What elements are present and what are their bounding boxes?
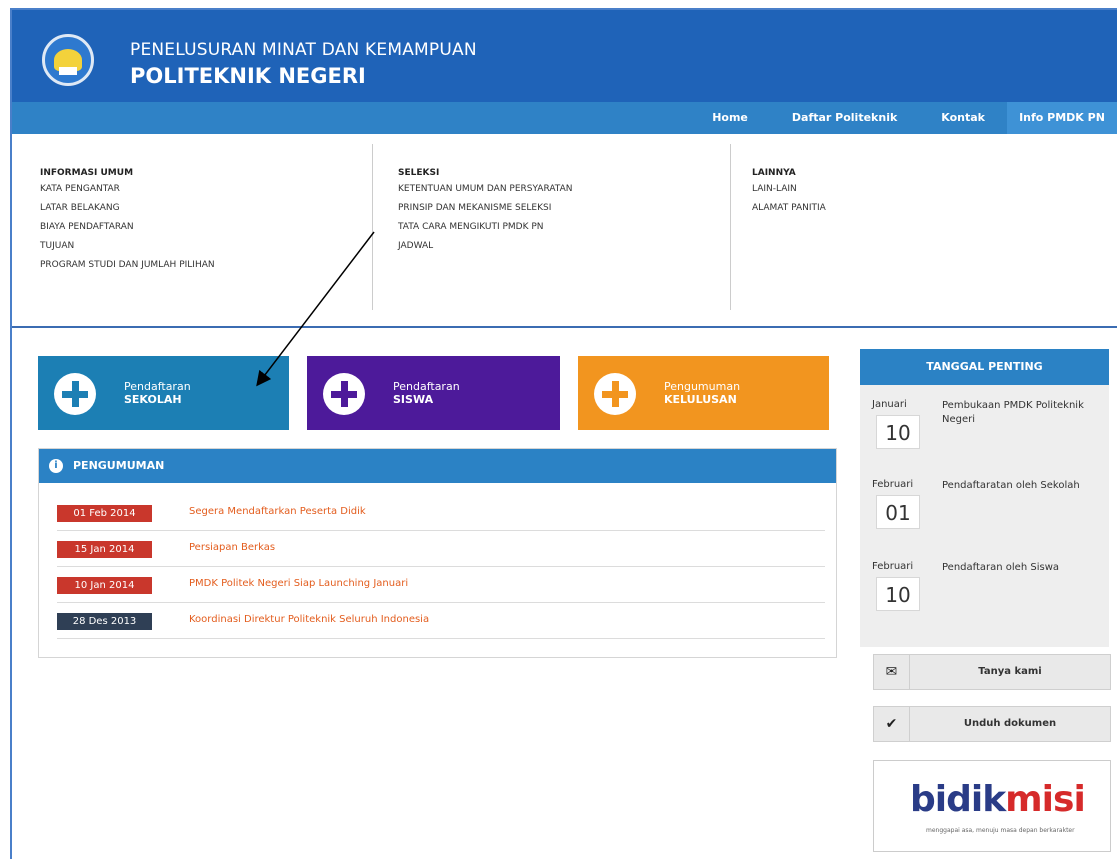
unduh-dokumen-label: Unduh dokumen [963,718,1057,729]
info-icon: i [49,459,63,473]
menu-divider [372,144,373,310]
pendaftaran-sekolah-button[interactable]: Pendaftaran SEKOLAH [38,356,289,430]
pengumuman-kelulusan-button[interactable]: Pengumuman KELULUSAN [578,356,829,430]
menu-column-lainnya: LAINNYA LAIN-LAIN ALAMAT PANITIA [752,168,826,218]
menu-heading: INFORMASI UMUM [40,168,134,178]
bidikmisi-tagline: menggapai asa, menuju masa depan berkara… [926,827,1075,834]
menu-link[interactable]: BIAYA PENDAFTARAN [40,218,215,237]
pendaftaran-siswa-button[interactable]: Pendaftaran SISWA [307,356,560,430]
menu-heading: LAINNYA [752,168,796,178]
logo-misi-text: misi [1005,779,1086,820]
nav-kontak[interactable]: Kontak [919,102,1007,134]
date-badge: 28 Des 2013 [57,613,152,630]
date-event: Januari 10 Pembukaan PMDK Politeknik Neg… [872,391,1102,471]
action-sublabel: KELULUSAN [664,393,737,406]
event-description: Pendaftaran oleh Siswa [942,562,1059,573]
event-description: Pembukaan PMDK Politeknik Negeri [942,400,1084,425]
menu-link[interactable]: KATA PENGANTAR [40,180,215,199]
logo-base-icon [59,67,77,75]
bidikmisi-logo: bidikmisi [910,779,1086,820]
menu-link[interactable]: JADWAL [398,237,573,256]
event-month: Januari [872,399,907,410]
menu-link[interactable]: ALAMAT PANITIA [752,199,826,218]
menu-link[interactable]: LATAR BELAKANG [40,199,215,218]
nav-info-pmdk-pn[interactable]: Info PMDK PN [1007,102,1117,134]
check-icon: ✔ [874,707,910,741]
announcement-title: PENGUMUMAN [73,459,165,472]
page-frame: PENELUSURAN MINAT DAN KEMAMPUAN POLITEKN… [10,8,1117,859]
logo-bidik-text: bidik [910,779,1006,820]
event-day: 10 [876,577,920,611]
menu-link[interactable]: TUJUAN [40,237,215,256]
event-day: 01 [876,495,920,529]
announcement-row: 28 Des 2013 Koordinasi Direktur Politekn… [57,603,825,639]
tanya-kami-label: Tanya kami [978,666,1042,677]
menu-divider [730,144,731,310]
action-label: Pendaftaran [124,380,191,393]
important-dates-header: TANGGAL PENTING [860,349,1109,385]
announcement-row: 10 Jan 2014 PMDK Politek Negeri Siap Lau… [57,567,825,603]
event-description: Pendaftaratan oleh Sekolah [942,480,1080,491]
nav-home[interactable]: Home [690,102,770,134]
announcement-header: i PENGUMUMAN [39,449,836,483]
menu-link[interactable]: PROGRAM STUDI DAN JUMLAH PILIHAN [40,256,215,275]
site-title-line2: POLITEKNIK NEGERI [130,64,366,88]
announcement-link[interactable]: Persiapan Berkas [189,542,275,553]
nav-daftar-politeknik[interactable]: Daftar Politeknik [770,102,919,134]
date-badge: 15 Jan 2014 [57,541,152,558]
announcement-link[interactable]: PMDK Politek Negeri Siap Launching Janua… [189,578,408,589]
plus-icon [323,373,365,415]
menu-link[interactable]: KETENTUAN UMUM DAN PERSYARATAN [398,180,573,199]
tut-wuri-logo[interactable] [42,34,94,86]
action-label: Pendaftaran [393,380,460,393]
event-day: 10 [876,415,920,449]
site-header: PENELUSURAN MINAT DAN KEMAMPUAN POLITEKN… [12,10,1117,102]
unduh-dokumen-button[interactable]: ✔ Unduh dokumen [873,706,1111,742]
main-navbar: Home Daftar Politeknik Kontak Info PMDK … [12,102,1117,134]
mail-icon: ✉ [874,655,910,689]
menu-link[interactable]: TATA CARA MENGIKUTI PMDK PN [398,218,573,237]
date-badge: 10 Jan 2014 [57,577,152,594]
event-month: Februari [872,561,914,572]
plus-icon [54,373,96,415]
announcement-link[interactable]: Koordinasi Direktur Politeknik Seluruh I… [189,614,429,625]
action-sublabel: SEKOLAH [124,393,182,406]
action-label: Pengumuman [664,380,741,393]
tanya-kami-button[interactable]: ✉ Tanya kami [873,654,1111,690]
event-month: Februari [872,479,914,490]
important-dates-panel: Januari 10 Pembukaan PMDK Politeknik Neg… [860,385,1109,647]
plus-icon [594,373,636,415]
bidikmisi-banner[interactable]: bidikmisi menggapai asa, menuju masa dep… [873,760,1111,852]
info-mega-menu: INFORMASI UMUM KATA PENGANTAR LATAR BELA… [12,134,1117,328]
action-sublabel: SISWA [393,393,434,406]
menu-heading: SELEKSI [398,168,440,178]
menu-link[interactable]: LAIN-LAIN [752,180,826,199]
announcement-row: 15 Jan 2014 Persiapan Berkas [57,531,825,567]
menu-column-seleksi: SELEKSI KETENTUAN UMUM DAN PERSYARATAN P… [398,168,573,256]
date-event: Februari 10 Pendaftaran oleh Siswa [872,553,1102,633]
date-event: Februari 01 Pendaftaratan oleh Sekolah [872,471,1102,551]
announcement-panel: i PENGUMUMAN 01 Feb 2014 Segera Mendafta… [38,448,837,658]
announcement-link[interactable]: Segera Mendaftarkan Peserta Didik [189,506,366,517]
menu-link[interactable]: PRINSIP DAN MEKANISME SELEKSI [398,199,573,218]
announcement-row: 01 Feb 2014 Segera Mendaftarkan Peserta … [57,495,825,531]
date-badge: 01 Feb 2014 [57,505,152,522]
menu-column-informasi-umum: INFORMASI UMUM KATA PENGANTAR LATAR BELA… [40,168,215,275]
site-title-line1: PENELUSURAN MINAT DAN KEMAMPUAN [130,40,477,60]
